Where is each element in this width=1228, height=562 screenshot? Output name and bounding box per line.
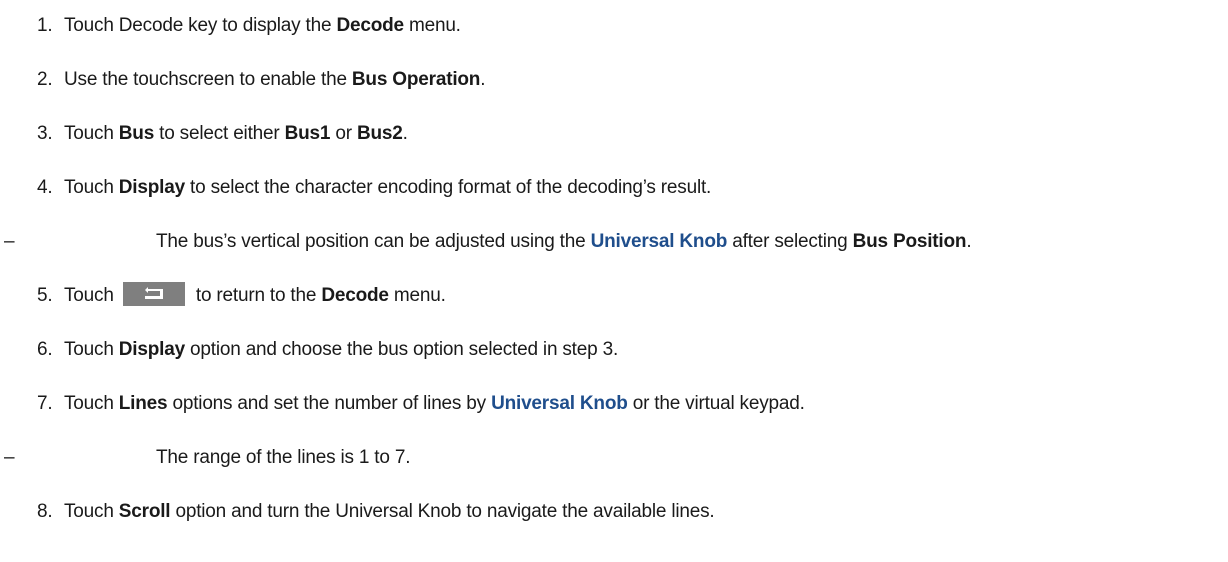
step-1: 1. Touch Decode key to display the Decod… — [0, 6, 1228, 46]
step-text: Touch Bus to select either Bus1 or Bus2. — [64, 123, 408, 144]
option-name: Scroll — [118, 501, 171, 522]
step-number: 6. — [37, 339, 53, 360]
option-name: Bus — [118, 123, 155, 144]
note-2: – The range of the lines is 1 to 7. — [0, 438, 1228, 478]
option-name: Lines — [118, 393, 168, 414]
step-text: Touch Display option and choose the bus … — [64, 339, 619, 360]
menu-name: Decode — [336, 15, 404, 36]
option-name: Bus Position — [852, 231, 967, 252]
universal-knob-link[interactable]: Universal Knob — [491, 393, 628, 414]
step-text: Touch Lines options and set the number o… — [64, 393, 805, 414]
step-5: 5. Touch to return to the Decode menu. — [0, 276, 1228, 316]
dash-bullet: – — [4, 231, 15, 252]
option-name: Bus2 — [356, 123, 403, 144]
note-1: – The bus’s vertical position can be adj… — [0, 222, 1228, 262]
step-number: 5. — [37, 285, 53, 306]
step-4: 4. Touch Display to select the character… — [0, 168, 1228, 208]
step-7: 7. Touch Lines options and set the numbe… — [0, 384, 1228, 424]
step-2: 2. Use the touchscreen to enable the Bus… — [0, 60, 1228, 100]
option-name: Display — [118, 177, 185, 198]
step-6: 6. Touch Display option and choose the b… — [0, 330, 1228, 370]
dash-bullet: – — [4, 447, 15, 468]
menu-name: Decode — [321, 285, 389, 307]
step-text: Touch Scroll option and turn the Univers… — [64, 501, 715, 522]
step-3: 3. Touch Bus to select either Bus1 or Bu… — [0, 114, 1228, 154]
step-text: Use the touchscreen to enable the Bus Op… — [64, 69, 486, 90]
return-button[interactable] — [122, 282, 185, 306]
option-name: Display — [118, 339, 185, 360]
option-name: Bus Operation — [351, 69, 481, 90]
step-8: 8. Touch Scroll option and turn the Univ… — [0, 492, 1228, 532]
step-number: 1. — [37, 15, 53, 36]
step-text: Touch Decode key to display the Decode m… — [64, 15, 461, 36]
step-number: 8. — [37, 501, 53, 522]
option-name: Bus1 — [284, 123, 331, 144]
universal-knob-link[interactable]: Universal Knob — [591, 231, 728, 252]
step-number: 4. — [37, 177, 53, 198]
step-text: Touch Display to select the character en… — [64, 177, 712, 198]
step-text: Touch to return to the Decode menu. — [64, 282, 446, 308]
note-text: The range of the lines is 1 to 7. — [156, 447, 411, 468]
step-number: 3. — [37, 123, 53, 144]
note-text: The bus’s vertical position can be adjus… — [156, 231, 972, 252]
step-number: 7. — [37, 393, 53, 414]
step-number: 2. — [37, 69, 53, 90]
